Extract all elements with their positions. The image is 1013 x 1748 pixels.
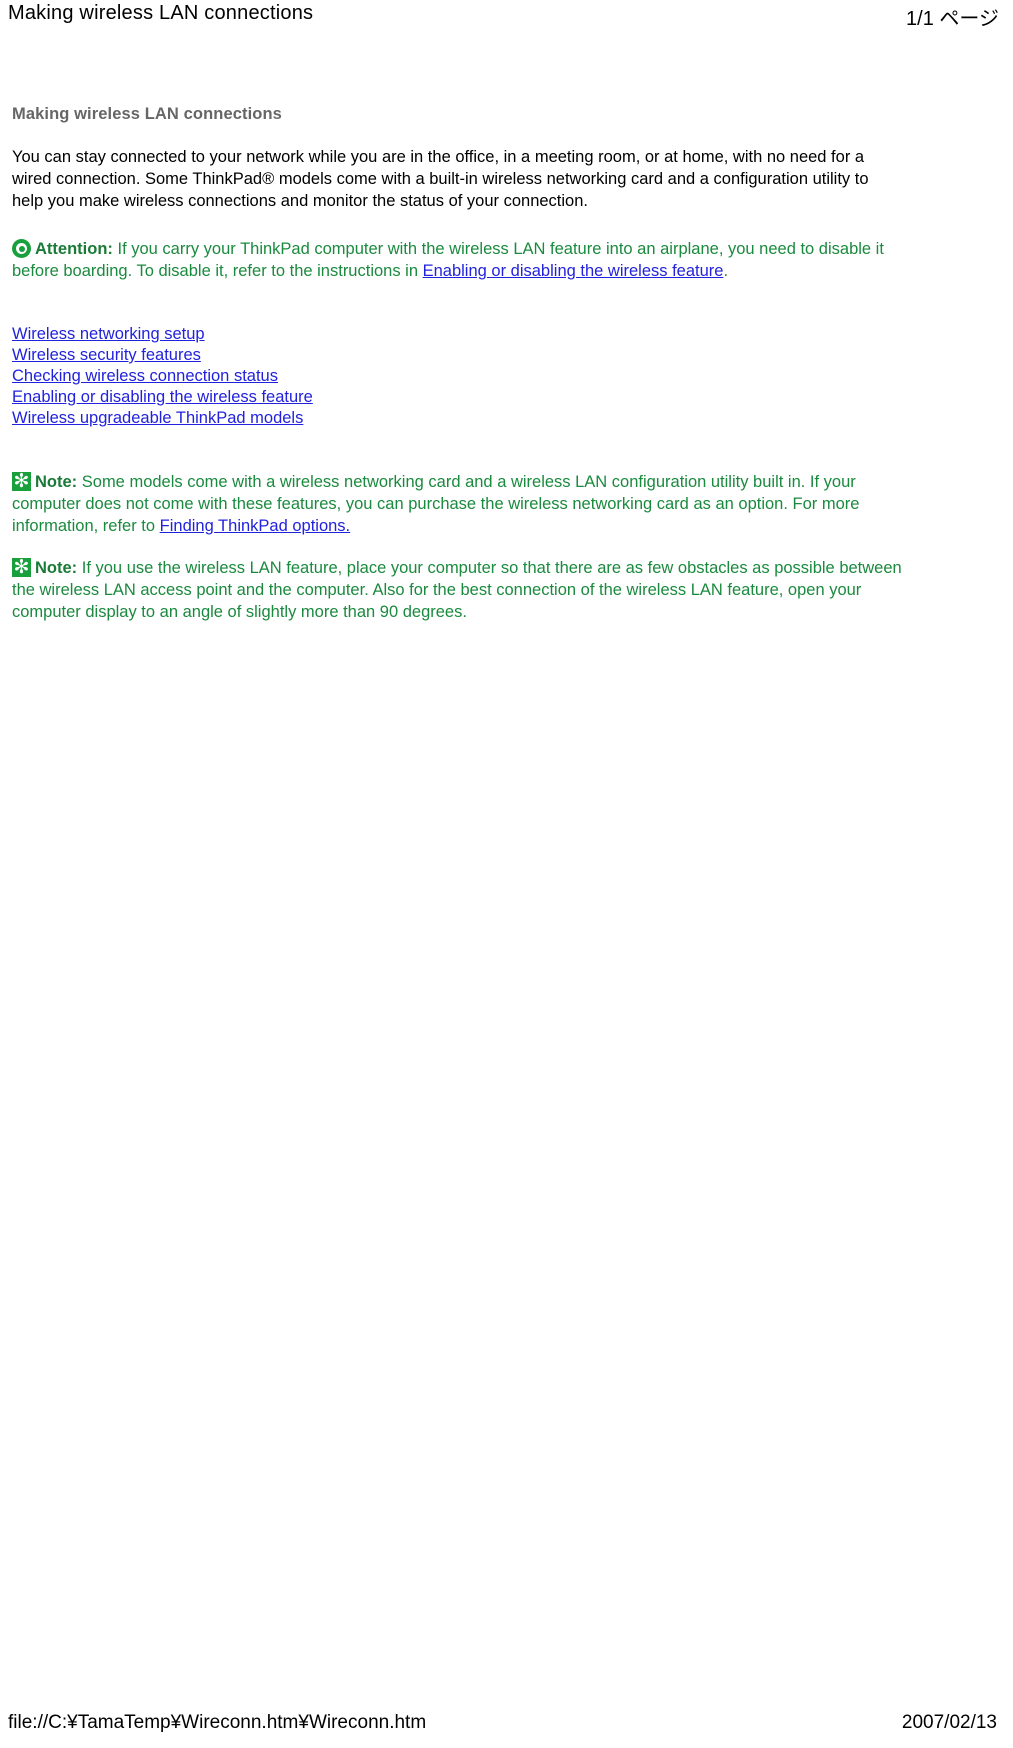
print-footer: file://C:¥TamaTemp¥Wireconn.htm¥Wireconn… — [0, 1708, 1013, 1738]
list-item: Wireless security features — [12, 345, 902, 366]
list-item: Enabling or disabling the wireless featu… — [12, 387, 902, 408]
note-label-1: Note: — [35, 473, 78, 491]
link-checking-wireless-connection-status[interactable]: Checking wireless connection status — [12, 367, 278, 385]
related-links-list: Wireless networking setup Wireless secur… — [12, 324, 902, 429]
link-enabling-or-disabling-the-wireless-feature[interactable]: Enabling or disabling the wireless featu… — [423, 262, 724, 280]
attention-block: Attention: If you carry your ThinkPad co… — [12, 238, 902, 282]
document-body: Making wireless LAN connections You can … — [12, 105, 902, 623]
note-asterisk-icon: ✻ — [12, 558, 31, 577]
attention-text-after-link: . — [723, 262, 729, 280]
intro-paragraph: You can stay connected to your network w… — [12, 148, 869, 210]
list-item: Wireless upgradeable ThinkPad models — [12, 408, 902, 429]
note-asterisk-icon: ✻ — [12, 472, 31, 491]
note-block-1: ✻ Note: Some models come with a wireless … — [12, 471, 902, 537]
note-label-2: Note: — [35, 559, 78, 577]
link-finding-thinkpad-options[interactable]: Finding ThinkPad options. — [160, 517, 350, 535]
print-header-page-indicator: 1/1 ページ — [906, 8, 999, 30]
list-item: Checking wireless connection status — [12, 366, 902, 387]
print-header: Making wireless LAN connections 1/1 ページ — [0, 0, 1013, 34]
link-wireless-upgradeable-thinkpad-models[interactable]: Wireless upgradeable ThinkPad models — [12, 409, 303, 427]
page-title: Making wireless LAN connections — [12, 105, 282, 123]
link-wireless-security-features[interactable]: Wireless security features — [12, 346, 201, 364]
attention-eye-icon — [12, 239, 31, 258]
note-2-text: If you use the wireless LAN feature, pla… — [12, 559, 902, 621]
note-1-text-before-link: Some models come with a wireless network… — [12, 473, 860, 535]
print-footer-date: 2007/02/13 — [901, 1712, 997, 1733]
note-block-2: ✻ Note: If you use the wireless LAN featu… — [12, 557, 902, 623]
list-item: Wireless networking setup — [12, 324, 902, 345]
print-footer-path: file://C:¥TamaTemp¥Wireconn.htm¥Wireconn… — [8, 1712, 427, 1733]
link-wireless-networking-setup[interactable]: Wireless networking setup — [12, 325, 205, 343]
print-header-title: Making wireless LAN connections — [8, 2, 314, 24]
link-enabling-or-disabling-the-wireless-feature-list[interactable]: Enabling or disabling the wireless featu… — [12, 388, 313, 406]
attention-label: Attention: — [35, 240, 113, 258]
